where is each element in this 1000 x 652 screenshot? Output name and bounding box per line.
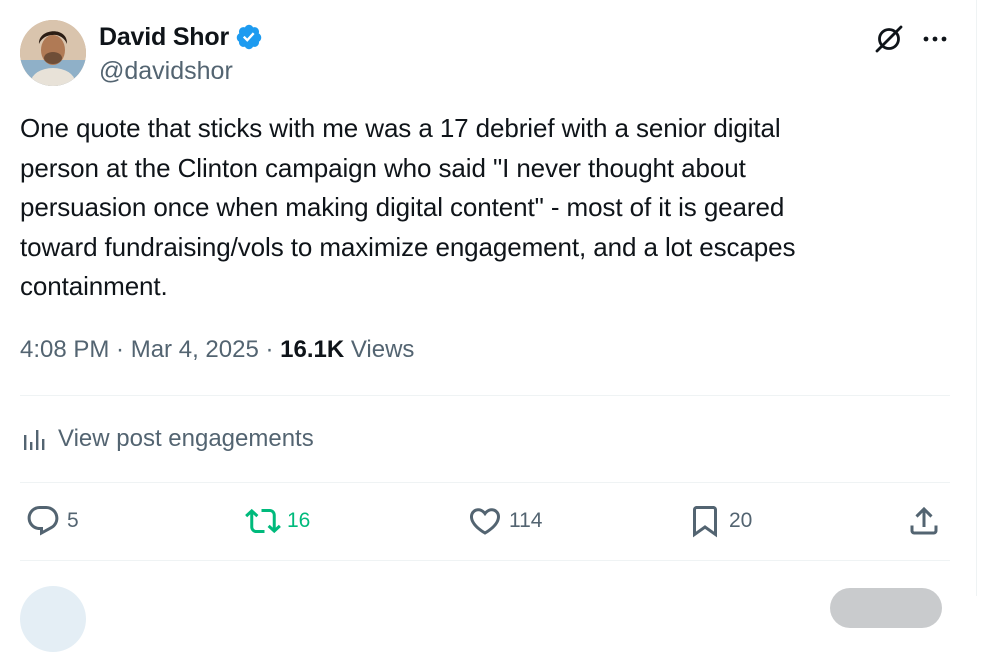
reply-icon — [27, 506, 59, 536]
author-handle[interactable]: @davidshor — [99, 56, 233, 86]
heart-icon — [469, 508, 501, 535]
profile-photo-icon — [20, 20, 86, 86]
bookmark-count: 20 — [729, 509, 753, 532]
tweet-time[interactable]: 4:08 PM — [20, 336, 109, 363]
author-name-row: David Shor — [99, 22, 263, 52]
divider — [20, 560, 950, 561]
share-button[interactable] — [906, 503, 942, 539]
like-button[interactable]: 114 — [467, 503, 542, 539]
tweet-text: One quote that sticks with me was a 17 d… — [20, 113, 796, 301]
retweet-icon — [245, 508, 281, 534]
tweet-meta: 4:08 PM · Mar 4, 2025 · 16.1K Views — [20, 334, 414, 366]
reply-count: 5 — [67, 509, 79, 532]
views-count: 16.1K — [280, 336, 345, 363]
bar-chart-icon — [24, 430, 45, 450]
column-border — [976, 0, 977, 596]
meta-separator: · — [109, 336, 131, 363]
tweet-date[interactable]: Mar 4, 2025 — [131, 336, 259, 363]
grok-icon[interactable] — [873, 23, 905, 55]
like-count: 114 — [509, 509, 543, 532]
views-label: Views — [350, 336, 415, 363]
share-icon — [910, 506, 938, 535]
more-options-icon[interactable] — [918, 25, 952, 53]
divider — [20, 482, 950, 483]
bookmark-button[interactable]: 20 — [687, 503, 752, 539]
meta-separator: · — [258, 336, 281, 363]
retweet-button[interactable]: 16 — [245, 503, 310, 539]
reply-button[interactable]: 5 — [25, 503, 79, 539]
divider — [20, 395, 950, 396]
reply-submit-button[interactable] — [830, 588, 942, 628]
view-engagements-label: View post engagements — [58, 425, 314, 452]
retweet-count: 16 — [287, 509, 311, 532]
avatar[interactable] — [20, 20, 86, 86]
verified-badge-icon[interactable] — [235, 23, 263, 51]
view-engagements-link[interactable]: View post engagements — [22, 423, 314, 455]
author-name[interactable]: David Shor — [99, 22, 229, 52]
bookmark-icon — [693, 506, 717, 538]
